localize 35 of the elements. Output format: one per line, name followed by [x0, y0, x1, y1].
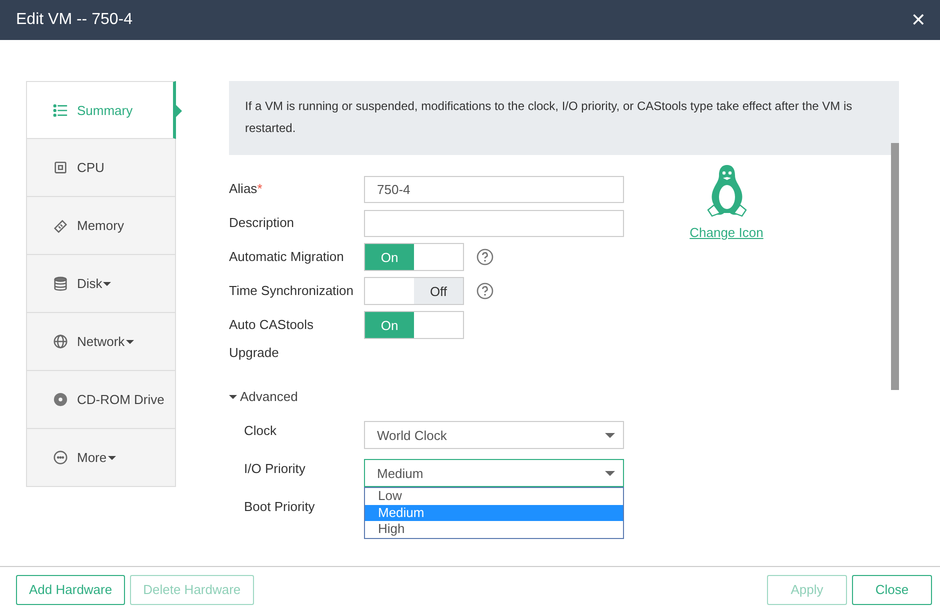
field-label: Auto CAStools Upgrade: [229, 316, 315, 362]
pointer-icon: [176, 105, 182, 117]
sidebar-tab[interactable]: CPU: [26, 139, 176, 197]
field-label: Alias*: [229, 180, 264, 198]
dropdown-option[interactable]: High: [365, 521, 623, 538]
window-title: Edit VM -- 750-4: [16, 11, 132, 29]
chip-icon: [53, 160, 68, 175]
field-label: Description: [229, 214, 296, 232]
toggle-switch[interactable]: Off: [364, 277, 464, 305]
text-field[interactable]: 750-4: [364, 176, 624, 202]
scrollbar[interactable]: [891, 143, 899, 390]
field-label: Clock: [243, 422, 278, 440]
select-field[interactable]: World Clock: [364, 421, 624, 449]
sidebar-tab[interactable]: Network: [26, 313, 176, 371]
field-label: Time Synchronization: [229, 282, 354, 300]
globe-icon: [53, 334, 68, 349]
notice-text: If a VM is running or suspended, modifications to the clock, I/O priority, or CAStools type take effect after the VM is restarted.: [245, 99, 852, 135]
sidebar-tab[interactable]: Disk: [26, 255, 176, 313]
memory-icon: [53, 218, 68, 233]
sidebar-tab[interactable]: Memory: [26, 197, 176, 255]
advanced-toggle[interactable]: Advanced: [229, 383, 298, 411]
dropdown-option[interactable]: Low: [365, 488, 623, 504]
database-icon: [53, 276, 68, 291]
sidebar-tab[interactable]: More: [26, 429, 176, 487]
field-label: Automatic Migration: [229, 248, 345, 266]
help-icon[interactable]: [476, 282, 494, 300]
disc-icon: [53, 392, 68, 407]
field-label: I/O Priority: [243, 460, 306, 478]
ellipsis-icon: [53, 450, 68, 465]
list-icon: [53, 102, 68, 118]
text-field[interactable]: [364, 210, 624, 236]
help-icon[interactable]: [476, 248, 494, 266]
field-label: Boot Priority: [243, 498, 316, 516]
close-button[interactable]: ✕: [906, 10, 930, 30]
sidebar-tab[interactable]: CD-ROM Drive: [26, 371, 176, 429]
